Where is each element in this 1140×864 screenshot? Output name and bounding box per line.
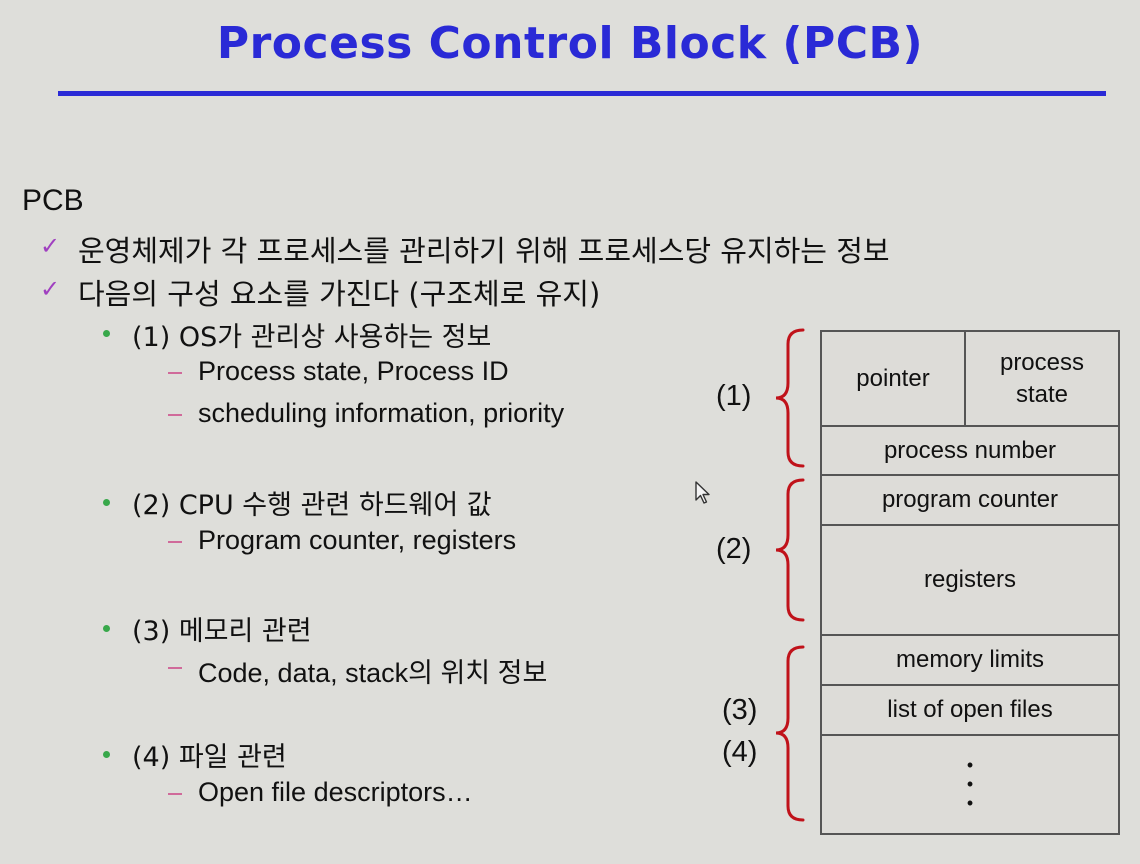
pcb-diagram: pointer process state process number pro… — [820, 330, 1120, 835]
brace-label: (4) — [722, 736, 758, 768]
memory-limits-cell: memory limits — [896, 646, 1044, 674]
pointer-cell: pointer — [856, 364, 930, 392]
brace-1-icon — [775, 328, 805, 468]
brace-label: (1) — [716, 380, 752, 412]
brace-label: (2) — [716, 533, 752, 565]
open-files-cell: list of open files — [887, 696, 1053, 724]
program-counter-cell: program counter — [881, 486, 1059, 514]
process-state-cell: process state — [999, 349, 1085, 408]
registers-cell: registers — [923, 566, 1017, 594]
mouse-cursor-icon — [695, 481, 710, 504]
process-number-cell: process number — [883, 436, 1057, 464]
brace-2-icon — [775, 478, 805, 622]
brace-label: (3) — [722, 694, 758, 726]
ellipsis-cell: • • • — [966, 755, 974, 813]
brace-34-icon — [775, 645, 805, 822]
